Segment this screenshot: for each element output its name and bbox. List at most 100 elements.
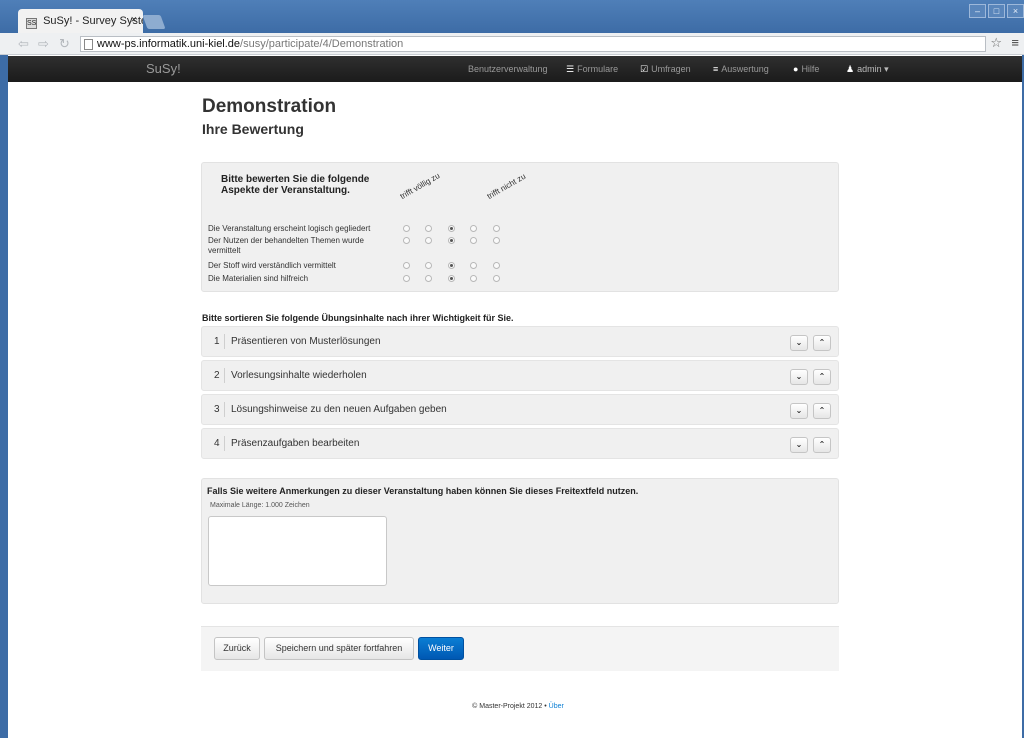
bookmark-star-icon[interactable]: ☆	[990, 35, 1002, 51]
window-frame-left	[0, 55, 8, 738]
rating-title: Bitte bewerten Sie die folgende Aspekte …	[221, 174, 370, 196]
page-title: Demonstration	[202, 96, 337, 117]
rating-radio-3-4[interactable]	[470, 262, 477, 269]
sort-item-number: 4	[214, 438, 220, 449]
address-bar[interactable]: www-ps.informatik.uni-kiel.de/susy/parti…	[80, 36, 986, 52]
back-arrow-icon[interactable]: ⇦	[18, 36, 29, 52]
rating-radio-4-1[interactable]	[403, 275, 410, 282]
rating-radio-1-1[interactable]	[403, 225, 410, 232]
nav-item-label: Formulare	[577, 64, 619, 74]
sort-item-label: Lösungshinweise zu den neuen Aufgaben ge…	[231, 404, 447, 415]
chevron-up-icon: ⌃	[818, 338, 826, 347]
sort-item-label: Vorlesungsinhalte wiederholen	[231, 370, 367, 381]
move-down-button[interactable]: ⌄	[790, 335, 808, 351]
freetext-hint: Maximale Länge: 1.000 Zeichen	[210, 502, 310, 509]
app-navbar: SuSy! Benutzerverwaltung ☰ Formulare ☑ Umf…	[8, 56, 1022, 82]
rating-radio-2-4[interactable]	[470, 237, 477, 244]
new-tab-button[interactable]	[142, 15, 166, 29]
move-up-button[interactable]: ⌃	[813, 403, 831, 419]
sort-item-number: 2	[214, 370, 220, 381]
brand-logo[interactable]: SuSy!	[146, 61, 181, 76]
chevron-down-icon: ⌄	[795, 372, 803, 381]
sort-item[interactable]: 4 Präsenzaufgaben bearbeiten ⌄ ⌃	[201, 428, 839, 459]
nav-item-label: Benutzerverwaltung	[468, 64, 548, 74]
save-later-button[interactable]: Speichern und später fortfahren	[264, 637, 414, 660]
browser-titlebar: SS SuSy! - Survey System × – □ ×	[0, 0, 1024, 33]
freetext-title: Falls Sie weitere Anmerkungen zu dieser …	[207, 486, 639, 496]
chevron-down-icon: ⌄	[795, 440, 803, 449]
sort-item[interactable]: 3 Lösungshinweise zu den neuen Aufgaben g…	[201, 394, 839, 425]
forward-arrow-icon[interactable]: ⇨	[38, 36, 49, 52]
rating-radio-4-2[interactable]	[425, 275, 432, 282]
chevron-down-icon: ⌄	[795, 406, 803, 415]
move-down-button[interactable]: ⌄	[790, 403, 808, 419]
rating-radio-2-2[interactable]	[425, 237, 432, 244]
caret-down-icon: ▾	[884, 64, 889, 74]
nav-item-hilfe[interactable]: ● Hilfe	[793, 64, 819, 74]
browser-menu-icon[interactable]: ≡	[1011, 35, 1019, 50]
window-controls: – □ ×	[969, 4, 1024, 18]
sort-item-number: 1	[214, 336, 220, 347]
sort-item-divider	[224, 368, 225, 383]
nav-item-benutzerverwaltung[interactable]: Benutzerverwaltung	[468, 64, 548, 74]
sort-item-divider	[224, 436, 225, 451]
nav-item-label: Hilfe	[801, 64, 820, 74]
susy-favicon-icon: SS	[26, 18, 37, 29]
url-path: /susy/participate/4/Demonstration	[240, 38, 404, 50]
user-icon: ♟	[846, 64, 855, 74]
sort-item[interactable]: 2 Vorlesungsinhalte wiederholen ⌄ ⌃	[201, 360, 839, 391]
page-icon	[84, 39, 93, 50]
rating-radio-1-5[interactable]	[493, 225, 500, 232]
nav-item-admin[interactable]: ♟ admin ▾	[846, 64, 889, 75]
chevron-down-icon: ⌄	[795, 338, 803, 347]
rating-radio-2-1[interactable]	[403, 237, 410, 244]
rating-radio-2-5[interactable]	[493, 237, 500, 244]
rating-radio-3-5[interactable]	[493, 262, 500, 269]
nav-item-label: Umfragen	[651, 64, 691, 74]
check-icon: ☑	[640, 64, 649, 74]
sort-item-divider	[224, 334, 225, 349]
minimize-button[interactable]: –	[969, 4, 986, 18]
tab-title: SuSy! - Survey System	[43, 15, 143, 27]
footer-copyright: © Master-Projekt 2012 •	[472, 703, 549, 710]
sort-item[interactable]: 1 Präsentieren von Musterlösungen ⌄ ⌃	[201, 326, 839, 357]
rating-radio-4-3[interactable]	[448, 275, 455, 282]
footer-about-link[interactable]: Über	[549, 703, 564, 710]
browser-tab[interactable]: SS SuSy! - Survey System ×	[18, 9, 143, 33]
rating-radio-4-5[interactable]	[493, 275, 500, 282]
rating-radio-1-3[interactable]	[448, 225, 455, 232]
next-button[interactable]: Weiter	[418, 637, 464, 660]
rating-radio-1-2[interactable]	[425, 225, 432, 232]
align-icon: ≡	[713, 64, 719, 74]
move-up-button[interactable]: ⌃	[813, 369, 831, 385]
move-up-button[interactable]: ⌃	[813, 437, 831, 453]
page-subtitle: Ihre Bewertung	[202, 121, 304, 137]
sort-item-label: Präsenzaufgaben bearbeiten	[231, 438, 360, 449]
rating-radio-3-2[interactable]	[425, 262, 432, 269]
close-window-button[interactable]: ×	[1007, 4, 1024, 18]
move-down-button[interactable]: ⌄	[790, 437, 808, 453]
maximize-button[interactable]: □	[988, 4, 1005, 18]
rating-radio-3-1[interactable]	[403, 262, 410, 269]
move-down-button[interactable]: ⌄	[790, 369, 808, 385]
nav-item-auswertung[interactable]: ≡ Auswertung	[713, 64, 769, 74]
back-button[interactable]: Zurück	[214, 637, 260, 660]
move-up-button[interactable]: ⌃	[813, 335, 831, 351]
rating-radio-2-3[interactable]	[448, 237, 455, 244]
chevron-up-icon: ⌃	[818, 440, 826, 449]
nav-item-formulare[interactable]: ☰ Formulare	[566, 64, 618, 75]
nav-item-umfragen[interactable]: ☑ Umfragen	[640, 64, 691, 75]
rating-radio-1-4[interactable]	[470, 225, 477, 232]
rating-radio-3-3[interactable]	[448, 262, 455, 269]
browser-toolbar: ⇦ ⇨ ↻ www-ps.informatik.uni-kiel.de/susy…	[0, 33, 1024, 55]
url-host: www-ps.informatik.uni-kiel.de	[97, 38, 241, 50]
question-icon: ●	[793, 64, 799, 74]
reload-icon[interactable]: ↻	[59, 36, 70, 52]
chevron-up-icon: ⌃	[818, 372, 826, 381]
tab-close-icon[interactable]: ×	[131, 14, 137, 26]
rating-radio-4-4[interactable]	[470, 275, 477, 282]
sorting-title: Bitte sortieren Sie folgende Übungsinhal…	[202, 313, 514, 323]
freetext-input[interactable]	[208, 516, 387, 586]
sort-item-label: Präsentieren von Musterlösungen	[231, 336, 381, 347]
nav-item-label: Auswertung	[721, 64, 769, 74]
